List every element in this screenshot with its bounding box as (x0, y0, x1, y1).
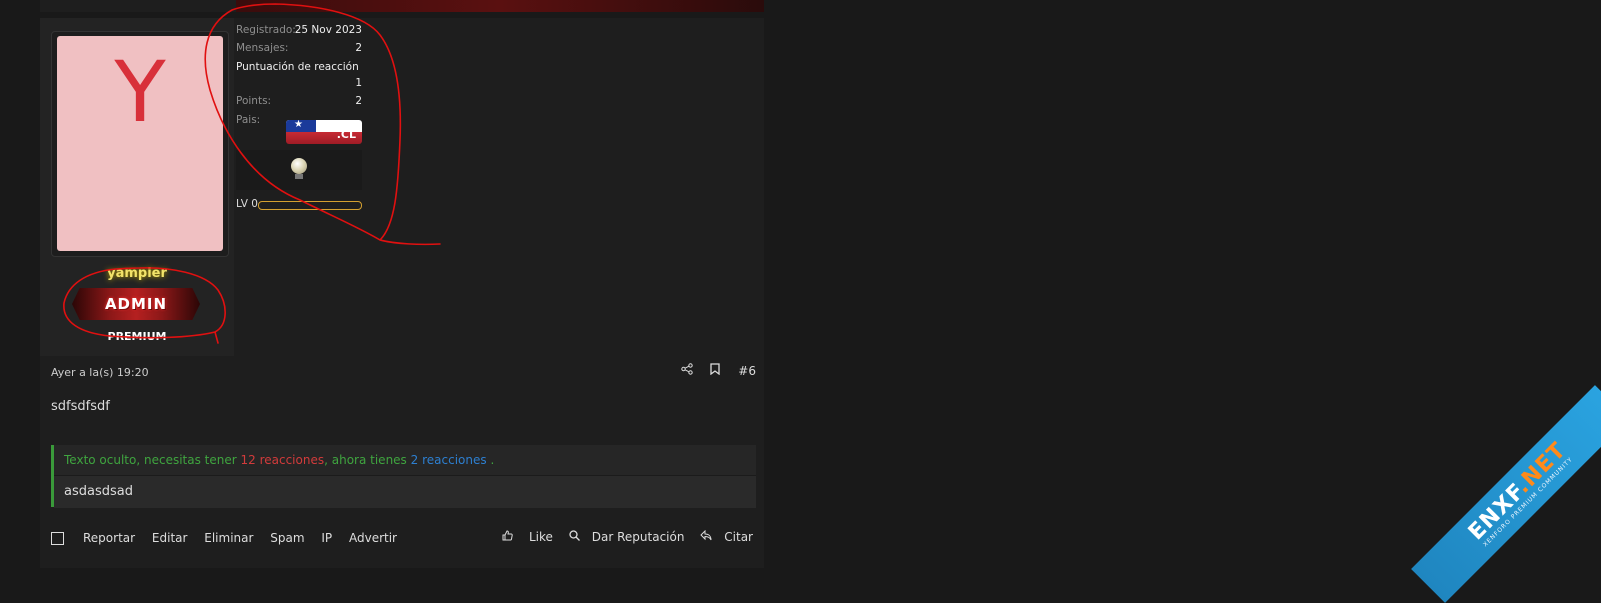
hidden-current-reactions: 2 reacciones (410, 453, 487, 467)
hidden-content-text: asdasdsad (64, 484, 133, 499)
edit-link[interactable]: Editar (152, 531, 188, 545)
spam-link[interactable]: Spam (270, 531, 304, 545)
reply-icon (700, 529, 712, 541)
stat-registered: Registrado: 25 Nov 2023 (236, 24, 362, 38)
stat-points: Points: 2 (236, 95, 362, 109)
stat-reaction-label: Puntuación de reacción (236, 61, 359, 73)
report-link[interactable]: Reportar (83, 531, 135, 545)
post-moderation-links: Reportar Editar Eliminar Spam IP Adverti… (83, 531, 410, 545)
select-checkbox[interactable] (51, 532, 64, 545)
previous-post-strip (40, 0, 764, 12)
stat-points-label: Points: (236, 95, 272, 107)
post-number[interactable]: #6 (738, 364, 756, 378)
stat-reaction: 1 (236, 77, 362, 91)
post-reaction-links: Like Dar Reputación Citar (490, 529, 753, 544)
avatar-letter: Y (114, 43, 166, 141)
post-meta-actions: #6 (667, 363, 756, 378)
post-message: Y yampier ADMIN PREMIUM Registrado: 25 N… (40, 18, 764, 568)
hidden-notice: Texto oculto, necesitas tener 12 reaccio… (64, 453, 494, 467)
level-label: LV 0 (236, 198, 258, 210)
post-footer: Reportar Editar Eliminar Spam IP Adverti… (51, 529, 753, 551)
lightbulb-icon (291, 158, 307, 174)
stat-messages-label: Mensajes: (236, 42, 289, 54)
previous-post-banner (236, 0, 764, 12)
username[interactable]: yampier (40, 266, 234, 281)
chile-flag-icon: ★ .CL (286, 120, 362, 144)
admin-banner: ADMIN (72, 288, 200, 320)
hidden-notice-prefix: Texto oculto, necesitas tener (64, 453, 237, 467)
stat-reaction-value: 1 (355, 77, 362, 89)
hidden-content: asdasdsad (54, 475, 756, 508)
like-label: Like (529, 530, 553, 544)
stat-messages-value[interactable]: 2 (355, 42, 362, 54)
avatar-frame: Y (51, 31, 229, 257)
quote-button[interactable]: Citar (700, 529, 753, 544)
like-button[interactable]: Like (502, 530, 557, 544)
post-body: sdfsdfsdf (51, 399, 110, 414)
stat-country-label: Pais: (236, 114, 261, 126)
thumbs-up-icon (502, 530, 513, 541)
admin-banner-text: ADMIN (104, 295, 168, 313)
ip-link[interactable]: IP (321, 531, 332, 545)
bookmark-icon[interactable] (710, 363, 721, 378)
trophy-box (236, 150, 362, 190)
reputation-button[interactable]: Dar Reputación (569, 530, 689, 544)
delete-link[interactable]: Eliminar (204, 531, 253, 545)
stat-messages: Mensajes: 2 (236, 42, 362, 56)
reputation-label: Dar Reputación (591, 530, 685, 544)
hidden-required-reactions: 12 reacciones (240, 453, 325, 467)
hidden-content-box: Texto oculto, necesitas tener 12 reaccio… (51, 445, 756, 508)
stat-points-value: 2 (355, 95, 362, 107)
level-progress-bar (258, 201, 362, 210)
post-timestamp[interactable]: Ayer a la(s) 19:20 (51, 366, 149, 379)
user-sidebar: Y yampier ADMIN PREMIUM (40, 18, 234, 356)
user-title: PREMIUM (107, 330, 167, 343)
avatar[interactable]: Y (57, 36, 223, 251)
warn-link[interactable]: Advertir (349, 531, 397, 545)
search-icon (569, 530, 580, 541)
hidden-notice-suffix: . (490, 453, 495, 467)
watermark-ribbon: ENXF.NET XENFORO PREMIUM COMMUNITY (1411, 385, 1601, 603)
flag-text: .CL (336, 128, 356, 141)
share-icon[interactable] (680, 363, 693, 378)
quote-label: Citar (724, 530, 753, 544)
hidden-notice-middle: , ahora tienes (324, 453, 407, 467)
stat-registered-value: 25 Nov 2023 (294, 24, 362, 36)
stat-registered-label: Registrado: (236, 24, 296, 36)
